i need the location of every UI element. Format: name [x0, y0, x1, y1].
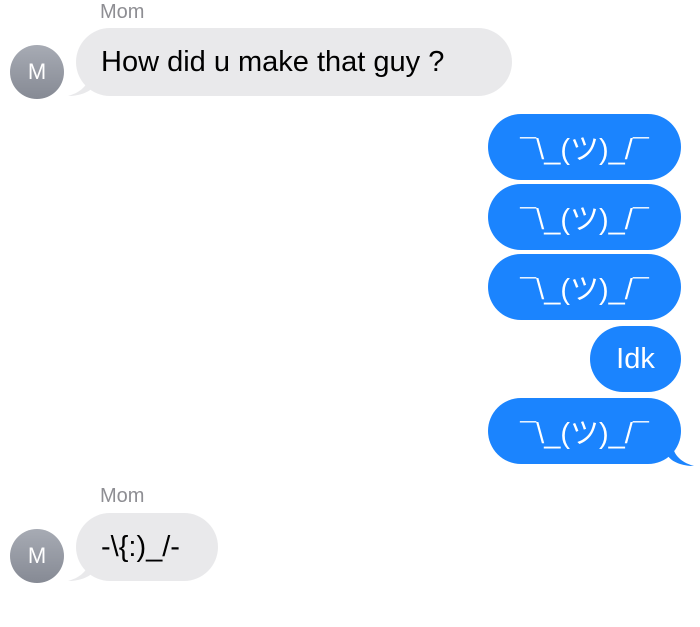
incoming-message[interactable]: How did u make that guy ?	[76, 28, 512, 96]
message-text: -\{:)_/-	[101, 530, 180, 563]
sender-name: Mom	[100, 1, 145, 23]
contact-avatar[interactable]: M	[10, 529, 64, 583]
outgoing-message[interactable]: ¯\_(ツ)_/¯	[488, 254, 681, 320]
incoming-message[interactable]: -\{:)_/-	[76, 513, 218, 581]
message-text: Idk	[616, 342, 655, 375]
message-text: ¯\_(ツ)_/¯	[520, 204, 649, 236]
sender-name: Mom	[100, 485, 145, 507]
outgoing-message[interactable]: ¯\_(ツ)_/¯	[488, 184, 681, 250]
contact-avatar[interactable]: M	[10, 45, 64, 99]
outgoing-message[interactable]: ¯\_(ツ)_/¯	[488, 398, 681, 464]
message-text: ¯\_(ツ)_/¯	[520, 418, 649, 450]
message-text: How did u make that guy ?	[101, 45, 445, 78]
message-text: ¯\_(ツ)_/¯	[520, 274, 649, 306]
outgoing-message[interactable]: Idk	[590, 326, 681, 392]
message-text: ¯\_(ツ)_/¯	[520, 134, 649, 166]
outgoing-message[interactable]: ¯\_(ツ)_/¯	[488, 114, 681, 180]
